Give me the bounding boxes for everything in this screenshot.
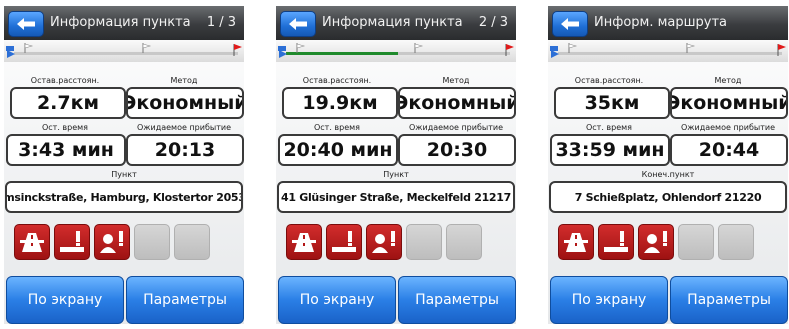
distance-value: 35км	[554, 87, 670, 119]
screen-2: Информация пункта 2 / 3 Остав.расстоян. …	[276, 6, 516, 324]
eta-value: 20:30	[398, 134, 516, 166]
screen-title: Информ. маршрута	[594, 15, 728, 30]
distance-value: 19.9км	[282, 87, 398, 119]
destination-flag-icon	[777, 44, 786, 56]
time-value: 3:43 мин	[6, 134, 126, 166]
back-button[interactable]	[552, 11, 588, 37]
empty-icon-slot	[174, 224, 210, 260]
start-flag-icon	[278, 46, 287, 58]
eta-value: 20:13	[126, 134, 244, 166]
empty-icon-slot	[678, 224, 714, 260]
toll-warning-icon[interactable]	[366, 224, 402, 260]
per-screen-button[interactable]: По экрану	[6, 276, 124, 324]
page-counter: 1 / 3	[206, 15, 236, 30]
screen-title: Информация пункта	[322, 15, 463, 30]
waypoint-flag-icon	[568, 43, 578, 53]
waypoint-flag-icon	[24, 43, 34, 53]
empty-icon-slot	[446, 224, 482, 260]
distance-label: Остав.расстоян.	[574, 76, 644, 85]
destination-flag-icon	[505, 44, 514, 56]
route-progress-bar	[4, 40, 244, 62]
route-progress-bar	[276, 40, 516, 62]
time-label: Ост. время	[41, 123, 88, 132]
route-progress-bar	[548, 40, 788, 62]
time-value: 33:59 мин	[550, 134, 670, 166]
method-value[interactable]: Экономный	[126, 87, 244, 119]
route-warning-icons	[14, 224, 234, 260]
eta-value: 20:44	[670, 134, 788, 166]
road-warning-icon[interactable]	[598, 224, 634, 260]
road-warning-icon[interactable]	[54, 224, 90, 260]
point-label: Конеч.пункт	[641, 170, 695, 179]
method-label: Метод	[714, 76, 742, 85]
waypoint-flag-icon	[686, 43, 696, 53]
distance-label: Остав.расстоян.	[30, 76, 100, 85]
waypoint-flag-icon	[142, 43, 152, 53]
start-flag-icon	[6, 46, 15, 58]
eta-label: Ожидаемое прибытие	[137, 123, 231, 132]
distance-value: 2.7км	[10, 87, 126, 119]
header: Информация пункта 2 / 3	[276, 6, 516, 40]
eta-label: Ожидаемое прибытие	[681, 123, 775, 132]
highway-avoid-icon[interactable]	[558, 224, 594, 260]
page-counter: 2 / 3	[478, 15, 508, 30]
method-label: Метод	[442, 76, 470, 85]
back-arrow-icon	[289, 18, 307, 30]
time-value: 20:40 мин	[278, 134, 398, 166]
distance-label: Остав.расстоян.	[302, 76, 372, 85]
toll-warning-icon[interactable]	[638, 224, 674, 260]
time-label: Ост. время	[313, 123, 360, 132]
eta-label: Ожидаемое прибытие	[409, 123, 503, 132]
empty-icon-slot	[718, 224, 754, 260]
header: Информ. маршрута	[548, 6, 788, 40]
route-warning-icons	[558, 224, 778, 260]
toll-warning-icon[interactable]	[94, 224, 130, 260]
empty-icon-slot	[134, 224, 170, 260]
parameters-button[interactable]: Параметры	[126, 276, 244, 324]
parameters-button[interactable]: Параметры	[398, 276, 516, 324]
point-address: 41 Glüsinger Straße, Meckelfeld 21217	[277, 181, 515, 213]
highway-avoid-icon[interactable]	[14, 224, 50, 260]
screen-1: Информация пункта 1 / 3 Остав.расстоян. …	[4, 6, 244, 324]
point-label: Пункт	[111, 170, 137, 179]
method-label: Метод	[170, 76, 198, 85]
screen-title: Информация пункта	[50, 15, 191, 30]
point-label: Пункт	[383, 170, 409, 179]
back-button[interactable]	[280, 11, 316, 37]
parameters-button[interactable]: Параметры	[670, 276, 788, 324]
waypoint-flag-icon	[414, 43, 424, 53]
time-label: Ост. время	[585, 123, 632, 132]
destination-flag-icon	[233, 44, 242, 56]
point-address: Amsinckstraße, Hamburg, Klostertor 20539	[5, 181, 243, 213]
screen-3: Информ. маршрута Остав.расстоян. Метод 3…	[548, 6, 788, 324]
highway-avoid-icon[interactable]	[286, 224, 322, 260]
method-value[interactable]: Экономный	[670, 87, 788, 119]
method-value[interactable]: Экономный	[398, 87, 516, 119]
per-screen-button[interactable]: По экрану	[278, 276, 396, 324]
road-warning-icon[interactable]	[326, 224, 362, 260]
back-button[interactable]	[8, 11, 44, 37]
route-warning-icons	[286, 224, 506, 260]
back-arrow-icon	[561, 18, 579, 30]
waypoint-flag-icon	[296, 43, 306, 53]
per-screen-button[interactable]: По экрану	[550, 276, 668, 324]
back-arrow-icon	[17, 18, 35, 30]
empty-icon-slot	[406, 224, 442, 260]
point-address: 7 Schießplatz, Ohlendorf 21220	[549, 181, 787, 213]
header: Информация пункта 1 / 3	[4, 6, 244, 40]
start-flag-icon	[550, 46, 559, 58]
